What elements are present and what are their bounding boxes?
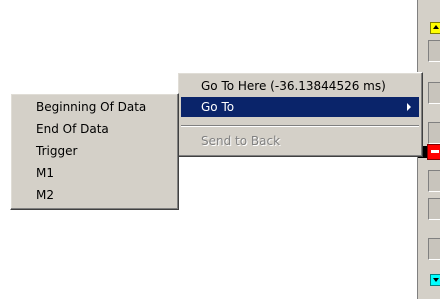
submenu-item-label: M1 xyxy=(36,166,54,180)
submenu-arrow-icon xyxy=(407,103,411,111)
menu-item-label: Send to Back xyxy=(201,134,281,148)
submenu-item-end-of-data[interactable]: End Of Data xyxy=(14,119,175,139)
menu-item-go-to-here[interactable]: Go To Here (-36.13844526 ms) xyxy=(181,76,419,96)
submenu-item-label: Beginning Of Data xyxy=(36,100,147,114)
app-window: Go To Here (-36.13844526 ms) Go To Send … xyxy=(0,0,440,299)
submenu-item-label: End Of Data xyxy=(36,122,109,136)
cursor-marker-icon[interactable] xyxy=(427,144,440,160)
bottom-marker-icon[interactable] xyxy=(430,274,440,286)
submenu-item-beginning-of-data[interactable]: Beginning Of Data xyxy=(14,97,175,117)
toolbar-slot[interactable] xyxy=(428,122,440,144)
toolbar-slot[interactable] xyxy=(428,198,440,220)
submenu-item-label: Trigger xyxy=(36,144,78,158)
toolbar-slot[interactable] xyxy=(428,170,440,192)
submenu-item-trigger[interactable]: Trigger xyxy=(14,141,175,161)
menu-item-label: Go To xyxy=(201,100,235,114)
submenu-item-m2[interactable]: M2 xyxy=(14,185,175,205)
menu-item-send-to-back: Send to Back xyxy=(181,131,419,151)
submenu-item-m1[interactable]: M1 xyxy=(14,163,175,183)
go-to-submenu: Beginning Of Data End Of Data Trigger M1… xyxy=(10,93,179,210)
context-menu: Go To Here (-36.13844526 ms) Go To Send … xyxy=(177,72,423,157)
toolbar-slot[interactable] xyxy=(428,238,440,260)
submenu-item-label: M2 xyxy=(36,188,54,202)
toolbar-slot[interactable] xyxy=(428,82,440,104)
menu-item-go-to[interactable]: Go To xyxy=(181,97,419,117)
toolbar-slot[interactable] xyxy=(428,40,440,62)
menu-item-label: Go To Here (-36.13844526 ms) xyxy=(201,79,386,93)
menu-separator xyxy=(181,125,419,127)
top-marker-icon[interactable] xyxy=(430,22,440,34)
